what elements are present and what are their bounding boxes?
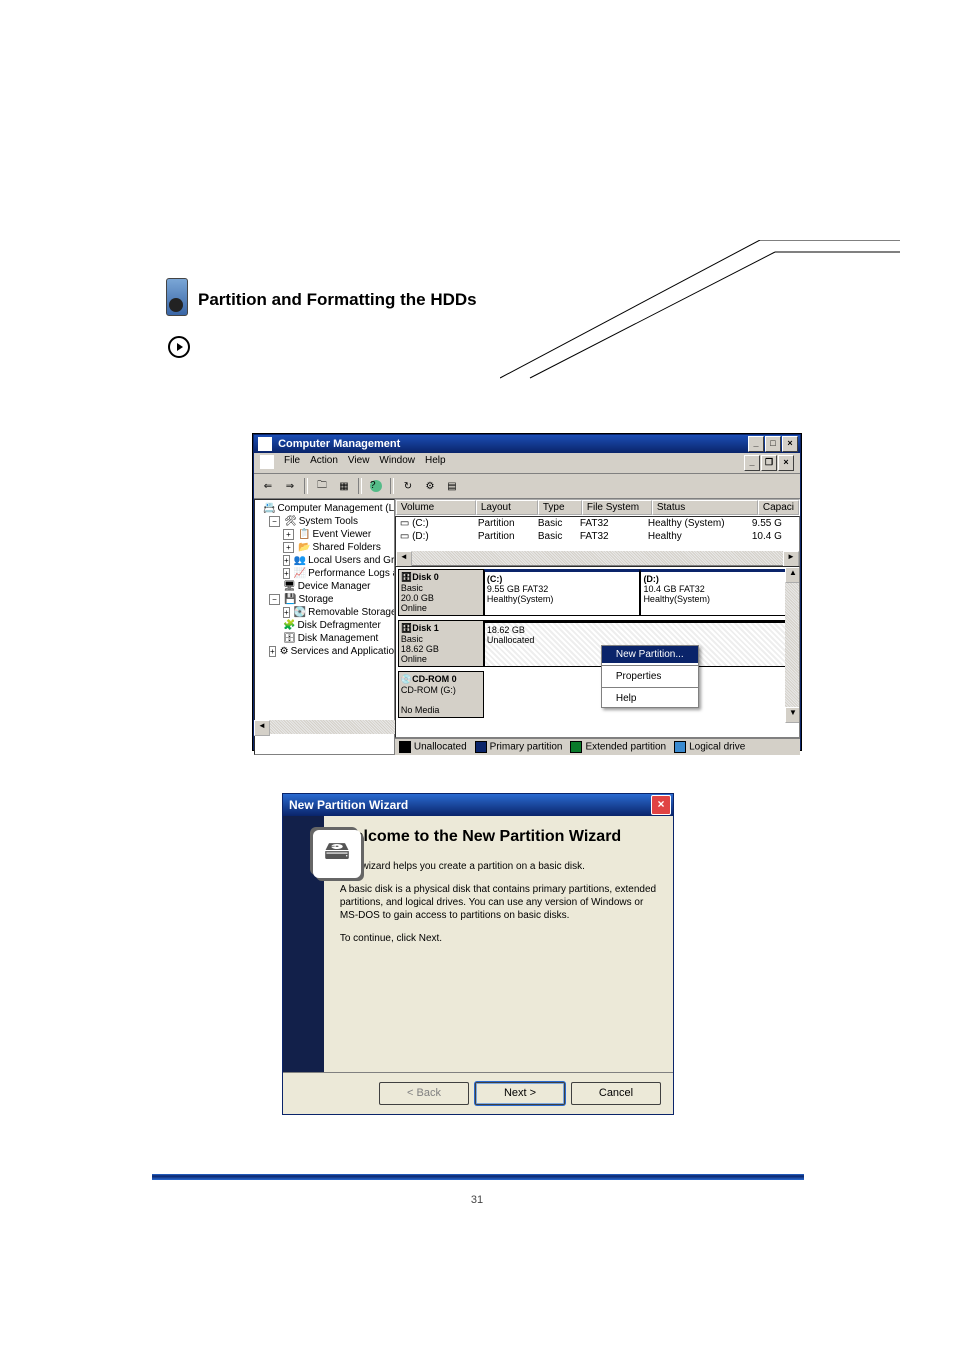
wizard-content: Welcome to the New Partition Wizard This… xyxy=(324,816,673,1072)
wizard-sidebar: 🖴 xyxy=(283,816,324,1072)
disk-1-info[interactable]: 🗄Disk 1 Basic 18.62 GB Online xyxy=(398,620,484,667)
close-button[interactable]: × xyxy=(782,436,798,452)
list-button[interactable]: ▤ xyxy=(442,476,462,496)
decorative-lines xyxy=(500,240,900,380)
col-status[interactable]: Status xyxy=(652,500,758,515)
toolbar-separator xyxy=(304,478,308,494)
context-menu: New Partition... Properties Help xyxy=(601,645,699,708)
toolbar-separator xyxy=(390,478,394,494)
child-minimize-button[interactable]: _ xyxy=(744,455,760,471)
tree-storage[interactable]: −💾 Storage xyxy=(255,593,394,606)
minimize-button[interactable]: _ xyxy=(748,436,764,452)
wizard-paragraph: A basic disk is a physical disk that con… xyxy=(340,883,657,922)
ctx-properties[interactable]: Properties xyxy=(602,668,698,685)
child-close-button[interactable]: × xyxy=(778,455,794,471)
tree-removable-storage[interactable]: +💽 Removable Storage xyxy=(255,606,394,619)
ctx-separator xyxy=(602,665,698,666)
volume-list-header[interactable]: Volume Layout Type File System Status Ca… xyxy=(395,499,800,516)
tree-perf-logs[interactable]: +📈 Performance Logs and Alerts xyxy=(255,567,394,580)
cm-tree[interactable]: 📇 Computer Management (Local) −🛠 System … xyxy=(254,499,395,755)
cdrom-info[interactable]: 💿CD-ROM 0 CD-ROM (G:) No Media xyxy=(398,671,484,718)
col-layout[interactable]: Layout xyxy=(476,500,538,515)
col-volume[interactable]: Volume xyxy=(396,500,476,515)
page-number: 31 xyxy=(0,1194,954,1206)
toolbar-separator xyxy=(358,478,362,494)
tree-system-tools[interactable]: −🛠 System Tools xyxy=(255,515,394,528)
volume-scrollbar-h[interactable]: ◄► xyxy=(396,551,799,565)
child-restore-button[interactable]: ❐ xyxy=(761,455,777,471)
tree-root[interactable]: 📇 Computer Management (Local) xyxy=(255,502,394,515)
col-filesystem[interactable]: File System xyxy=(582,500,652,515)
maximize-button[interactable]: □ xyxy=(765,436,781,452)
section-icon xyxy=(158,274,188,318)
menu-action[interactable]: Action xyxy=(310,455,338,471)
disk-0-partition-c[interactable]: (C:) 9.55 GB FAT32 Healthy(System) xyxy=(484,569,641,616)
col-type[interactable]: Type xyxy=(538,500,582,515)
tree-services-apps[interactable]: +⚙ Services and Applications xyxy=(255,645,394,658)
cm-menubar: File Action View Window Help _ ❐ × xyxy=(254,453,800,474)
cm-titlebar[interactable]: Computer Management _ □ × xyxy=(254,435,800,453)
tree-scrollbar-h[interactable]: ◄► xyxy=(254,720,395,734)
tree-disk-defragmenter[interactable]: 🧩 Disk Defragmenter xyxy=(255,619,394,632)
settings-button[interactable]: ⚙ xyxy=(420,476,440,496)
back-button[interactable]: ⇐ xyxy=(258,476,278,496)
disk-legend: Unallocated Primary partition Extended p… xyxy=(395,738,800,755)
wizard-paragraph: To continue, click Next. xyxy=(340,932,657,945)
wizard-titlebar[interactable]: New Partition Wizard × xyxy=(283,794,673,816)
disk-0-info[interactable]: 🗄Disk 0 Basic 20.0 GB Online xyxy=(398,569,484,616)
cdrom-row: 💿CD-ROM 0 CD-ROM (G:) No Media xyxy=(398,671,797,718)
wizard-title-text: New Partition Wizard xyxy=(289,794,408,816)
properties-button[interactable]: ▦ xyxy=(334,476,354,496)
cm-app-icon xyxy=(258,437,272,451)
new-partition-wizard: New Partition Wizard × 🖴 Welcome to the … xyxy=(282,793,674,1115)
ctx-separator xyxy=(602,687,698,688)
back-button: < Back xyxy=(379,1082,469,1105)
col-capacity[interactable]: Capaci xyxy=(758,500,799,515)
step-arrow-icon xyxy=(168,336,190,358)
volume-list[interactable]: ▭ (C:) Partition Basic FAT32 Healthy (Sy… xyxy=(395,516,800,566)
disk-0-partition-d[interactable]: (D:) 10.4 GB FAT32 Healthy(System) xyxy=(640,569,797,616)
tree-event-viewer[interactable]: +📋 Event Viewer xyxy=(255,528,394,541)
refresh-button[interactable]: ↻ xyxy=(398,476,418,496)
ctx-help[interactable]: Help xyxy=(602,690,698,707)
wizard-footer: < Back Next > Cancel xyxy=(283,1072,673,1113)
ctx-new-partition[interactable]: New Partition... xyxy=(602,646,698,663)
tree-local-users[interactable]: +👥 Local Users and Groups xyxy=(255,554,394,567)
next-button[interactable]: Next > xyxy=(475,1082,565,1105)
tree-shared-folders[interactable]: +📂 Shared Folders xyxy=(255,541,394,554)
footer-rule xyxy=(152,1174,804,1180)
cm-toolbar: ⇐ ⇒ 🗀 ▦ ? ↻ ⚙ ▤ xyxy=(254,474,800,499)
tree-device-manager[interactable]: 🖥 Device Manager xyxy=(255,580,394,593)
wizard-close-button[interactable]: × xyxy=(651,795,671,815)
tree-disk-management[interactable]: 🗄 Disk Management xyxy=(255,632,394,645)
cm-window-title-text: Computer Management xyxy=(278,438,400,450)
menu-window[interactable]: Window xyxy=(379,455,415,471)
up-button[interactable]: 🗀 xyxy=(312,476,332,496)
disk-1-row: 🗄Disk 1 Basic 18.62 GB Online 18.62 GB U… xyxy=(398,620,797,667)
help-button[interactable]: ? xyxy=(366,476,386,496)
disk-0-row: 🗄Disk 0 Basic 20.0 GB Online (C:) 9.55 G… xyxy=(398,569,797,616)
cancel-button[interactable]: Cancel xyxy=(571,1082,661,1105)
computer-management-window: Computer Management _ □ × File Action Vi… xyxy=(253,434,801,750)
wizard-paragraph: This wizard helps you create a partition… xyxy=(340,860,657,873)
table-row[interactable]: ▭ (C:) Partition Basic FAT32 Healthy (Sy… xyxy=(396,517,799,530)
disk-graphical-view: 🗄Disk 0 Basic 20.0 GB Online (C:) 9.55 G… xyxy=(395,566,800,738)
wizard-heading: Welcome to the New Partition Wizard xyxy=(340,828,657,846)
wizard-disk-icon: 🖴 xyxy=(313,830,361,878)
cm-app-icon xyxy=(260,455,274,469)
menu-view[interactable]: View xyxy=(348,455,370,471)
forward-button[interactable]: ⇒ xyxy=(280,476,300,496)
section-title: Partition and Formatting the HDDs xyxy=(198,290,477,310)
table-row[interactable]: ▭ (D:) Partition Basic FAT32 Healthy 10.… xyxy=(396,530,799,543)
disk-scrollbar-v[interactable]: ▲ ▼ xyxy=(785,567,799,723)
menu-file[interactable]: File xyxy=(284,455,300,471)
menu-help[interactable]: Help xyxy=(425,455,446,471)
